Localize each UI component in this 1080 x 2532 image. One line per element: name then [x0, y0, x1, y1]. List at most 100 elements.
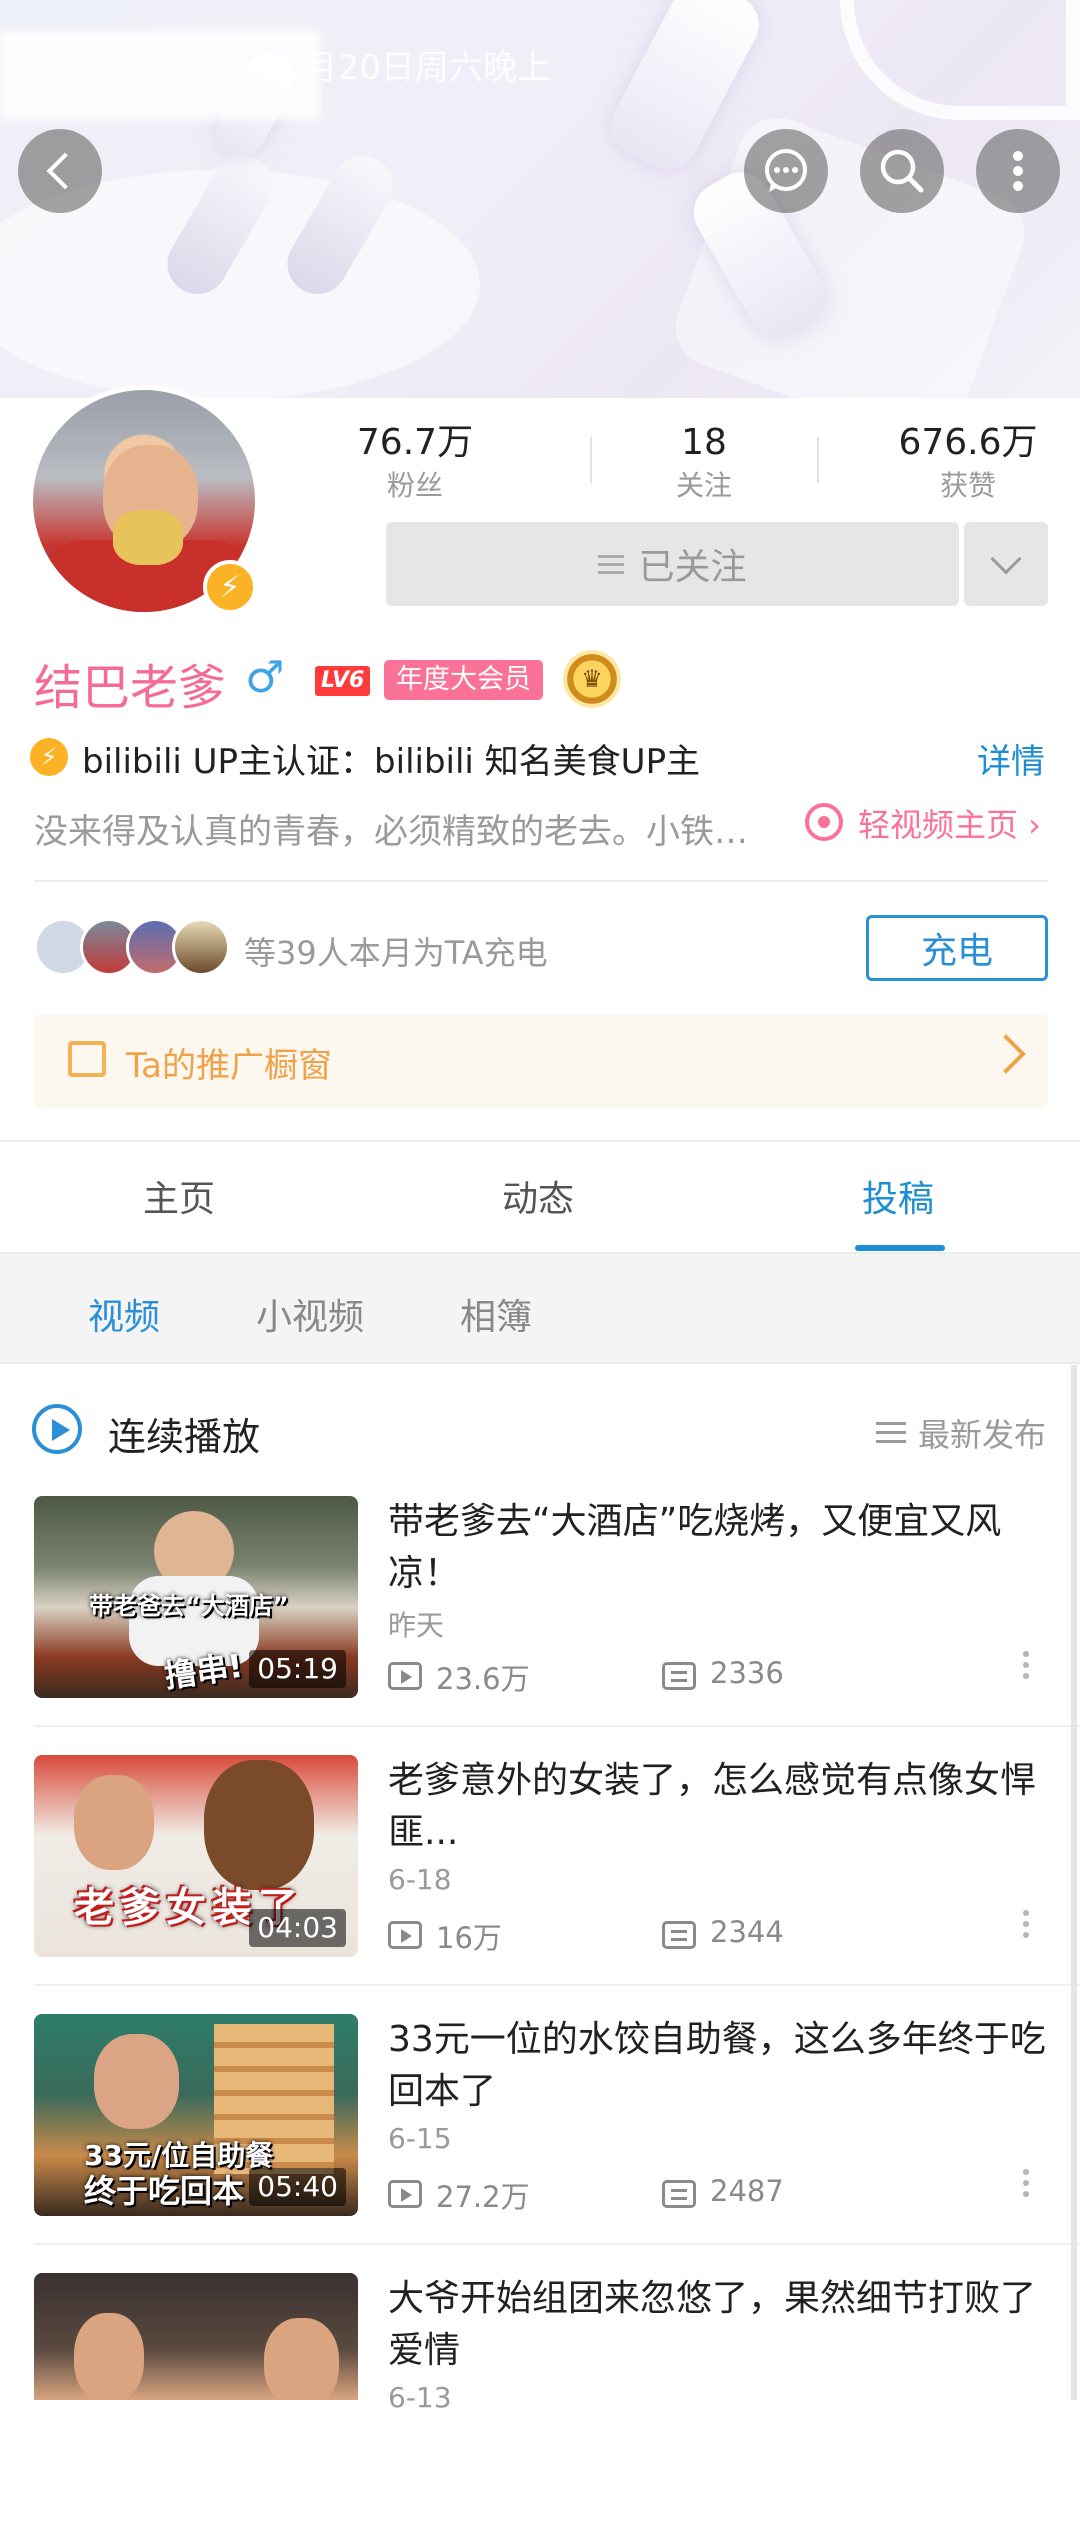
video-danmaku-count: 2344 — [710, 1915, 784, 1949]
stat-likes-value: 676.6万 — [898, 422, 1038, 463]
play-all-button[interactable]: 连续播放 — [108, 1406, 260, 1461]
video-thumbnail[interactable]: 老爹女装了 04:03 — [34, 1755, 358, 1957]
tab-dynamic[interactable]: 动态 — [502, 1170, 574, 1222]
vip-badge[interactable]: 年度大会员 — [384, 660, 543, 700]
video-item[interactable]: 带老爸去“大酒店” 撸串! 05:19 带老爹去“大酒店”吃烧烤，又便宜又风凉！… — [0, 1496, 1080, 1755]
video-item[interactable]: 老爹女装了 04:03 老爹意外的女装了，怎么感觉有点像女悍匪... 6-18 … — [0, 1755, 1080, 2014]
light-video-icon — [805, 803, 843, 841]
more-vertical-icon[interactable] — [1020, 2164, 1032, 2202]
play-circle-icon[interactable] — [32, 1404, 82, 1454]
submission-subtabs: 视频 小视频 相簿 — [0, 1252, 1080, 1364]
up-verified-badge-icon: ⚡ — [203, 560, 257, 614]
message-button[interactable] — [744, 129, 828, 213]
status-date: 6月20日周六晚上 — [282, 48, 551, 88]
play-count-icon — [388, 1662, 422, 1690]
section-divider — [0, 1140, 1080, 1142]
video-item[interactable]: 33元/位自助餐 终于吃回本 05:40 33元一位的水饺自助餐，这么多年终于吃… — [0, 2014, 1080, 2273]
danmaku-icon — [662, 2180, 696, 2208]
shop-label: Ta的推广橱窗 — [126, 1046, 332, 1086]
video-title[interactable]: 老爹意外的女装了，怎么感觉有点像女悍匪... — [388, 1755, 1048, 1859]
chevron-down-icon — [990, 543, 1022, 575]
followed-button[interactable]: 已关注 — [386, 522, 959, 606]
light-video-link[interactable]: 轻视频主页 › — [858, 800, 1041, 846]
video-play-count: 23.6万 — [436, 1662, 530, 1696]
tab-active-indicator — [855, 1245, 945, 1251]
verify-text: bilibili UP主认证：bilibili 知名美食UP主 — [82, 742, 701, 782]
tab-submissions[interactable]: 投稿 — [862, 1170, 934, 1222]
video-title[interactable]: 大爷开始组团来忽悠了，果然细节打败了爱情 — [388, 2273, 1048, 2377]
more-vertical-icon — [1013, 151, 1023, 191]
video-item[interactable]: 大爷开始组团来忽悠了，果然细节打败了爱情 6-13 — [0, 2273, 1080, 2532]
charge-text[interactable]: 等39人本月为TA充电 — [244, 928, 548, 974]
user-name: 结巴老爹 — [34, 660, 227, 716]
play-count-icon — [388, 2180, 422, 2208]
thumbnail-caption: 撸串! — [162, 1646, 246, 1696]
video-thumbnail[interactable] — [34, 2273, 358, 2400]
back-button[interactable] — [18, 129, 102, 213]
video-danmaku-count: 2336 — [710, 1656, 784, 1690]
charge-button[interactable]: 充电 — [866, 915, 1048, 981]
video-play-count: 27.2万 — [436, 2180, 530, 2214]
divider — [34, 880, 1048, 882]
video-date: 6-13 — [388, 2381, 452, 2414]
back-arrow-icon — [46, 152, 84, 190]
shop-icon — [68, 1041, 106, 1077]
video-date: 6-15 — [388, 2122, 452, 2155]
search-icon — [880, 149, 924, 193]
followed-label: 已关注 — [638, 547, 747, 588]
thumbnail-caption: 带老爸去“大酒店” — [89, 1592, 289, 1620]
more-vertical-icon[interactable] — [1020, 1905, 1032, 1943]
stat-divider — [590, 437, 592, 483]
stat-following-label: 关注 — [675, 469, 732, 502]
chat-bubble-icon — [765, 149, 807, 192]
subtab-album[interactable]: 相簿 — [460, 1288, 532, 1340]
level-badge: LV6 — [315, 666, 371, 696]
shop-window-entry[interactable]: Ta的推广橱窗 — [34, 1014, 1048, 1108]
video-title[interactable]: 33元一位的水饺自助餐，这么多年终于吃回本了 — [388, 2014, 1048, 2118]
stat-divider — [817, 437, 819, 483]
stat-fans[interactable]: 76.7万 粉丝 — [315, 418, 515, 504]
divider — [34, 1984, 1080, 1986]
more-vertical-icon[interactable] — [1020, 1646, 1032, 1684]
stat-fans-value: 76.7万 — [356, 422, 474, 463]
danmaku-icon — [662, 1921, 696, 1949]
user-signature[interactable]: 没来得及认真的青春，必须精致的老去。小铁… — [34, 804, 778, 853]
video-play-count: 16万 — [436, 1921, 502, 1955]
divider — [34, 1725, 1080, 1727]
stat-fans-label: 粉丝 — [386, 469, 443, 502]
tab-home[interactable]: 主页 — [143, 1170, 215, 1222]
charger-avatar[interactable] — [172, 918, 230, 976]
video-date: 昨天 — [388, 1609, 445, 1642]
video-thumbnail[interactable]: 带老爸去“大酒店” 撸串! 05:19 — [34, 1496, 358, 1698]
more-button[interactable] — [976, 129, 1060, 213]
danmaku-icon — [662, 1662, 696, 1690]
video-duration: 05:19 — [249, 1650, 346, 1688]
stat-following[interactable]: 18 关注 — [604, 418, 804, 504]
video-title[interactable]: 带老爹去“大酒店”吃烧烤，又便宜又风凉！ — [388, 1496, 1048, 1600]
gender-male-icon: ♂ — [245, 652, 285, 703]
subtab-short-video[interactable]: 小视频 — [256, 1288, 364, 1340]
sort-button[interactable]: 最新发布 — [918, 1410, 1046, 1456]
detail-link[interactable]: 详情 — [977, 734, 1045, 783]
search-button[interactable] — [860, 129, 944, 213]
menu-icon — [598, 550, 625, 579]
medal-icon[interactable]: ♛ — [563, 650, 621, 708]
status-bar: 6月20日周六晚上 — [0, 30, 1080, 120]
scrollbar[interactable] — [1071, 1365, 1077, 2400]
sort-icon — [876, 1416, 906, 1449]
video-date: 6-18 — [388, 1863, 452, 1896]
stat-following-value: 18 — [681, 422, 727, 463]
thumbnail-caption: 终于吃回本 — [84, 2172, 245, 2210]
play-count-icon — [388, 1921, 422, 1949]
video-danmaku-count: 2487 — [710, 2174, 784, 2208]
divider — [34, 2243, 1080, 2245]
subtab-video[interactable]: 视频 — [88, 1288, 160, 1340]
verify-icon: ⚡ — [30, 738, 68, 776]
stat-likes[interactable]: 676.6万 获赞 — [868, 418, 1068, 504]
video-thumbnail[interactable]: 33元/位自助餐 终于吃回本 05:40 — [34, 2014, 358, 2216]
chevron-right-icon — [986, 1034, 1026, 1074]
stat-likes-label: 获赞 — [939, 469, 996, 502]
video-duration: 04:03 — [249, 1909, 346, 1947]
follow-dropdown-button[interactable] — [964, 522, 1048, 606]
video-duration: 05:40 — [249, 2168, 346, 2206]
